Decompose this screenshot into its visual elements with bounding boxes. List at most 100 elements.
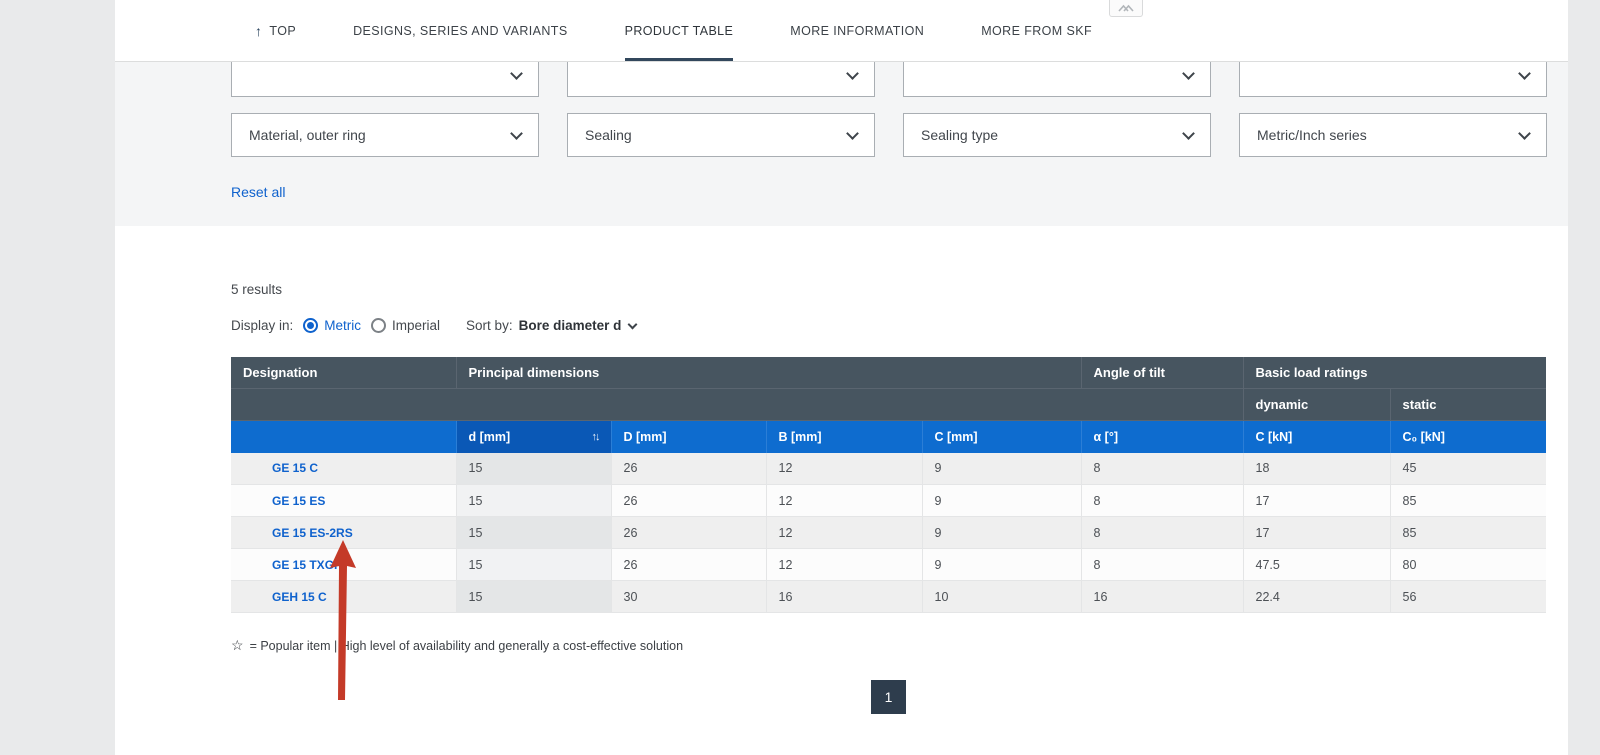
cell-designation: GEH 15 C — [231, 580, 456, 613]
subheader-static: static — [1389, 388, 1547, 421]
table-row: GE 15 ES-2RS 15 26 12 9 8 17 85 — [231, 516, 1547, 549]
cell: 15 — [455, 484, 611, 517]
table-row: GE 15 C 15 26 12 9 8 18 45 — [231, 452, 1547, 485]
column-header-B[interactable]: B [mm] — [765, 420, 922, 453]
column-header-C[interactable]: C [mm] — [921, 420, 1082, 453]
radio-metric[interactable] — [303, 318, 319, 333]
column-header-empty — [231, 420, 456, 453]
tab-more-information[interactable]: MORE INFORMATION — [790, 0, 924, 61]
filter-dropdown-metric-inch-series[interactable]: Metric/Inch series — [1239, 113, 1547, 157]
cell: 26 — [610, 548, 766, 581]
cell: 85 — [1389, 516, 1547, 549]
column-header-D[interactable]: D [mm] — [610, 420, 766, 453]
cell: 22.4 — [1242, 580, 1391, 613]
sort-by-value[interactable]: Bore diameter d — [519, 318, 622, 333]
reset-all-link[interactable]: Reset all — [231, 184, 285, 200]
table-row: GE 15 ES 15 26 12 9 8 17 85 — [231, 484, 1547, 517]
cell: 8 — [1080, 452, 1244, 485]
product-table: Designation Principal dimensions Angle o… — [231, 357, 1547, 613]
cell: 56 — [1389, 580, 1547, 613]
filter-label: Metric/Inch series — [1257, 127, 1367, 143]
cell-designation: GE 15 TXGR — [231, 548, 456, 581]
cell: 8 — [1080, 484, 1244, 517]
table-row: GEH 15 C 15 30 16 10 16 22.4 56 — [231, 580, 1547, 613]
cell: 30 — [610, 580, 766, 613]
header-principal-dimensions: Principal dimensions — [455, 357, 1082, 389]
pagination-page-1[interactable]: 1 — [871, 680, 906, 714]
footnote-text: = Popular item | High level of availabil… — [249, 638, 684, 653]
cell-designation: GE 15 ES — [231, 484, 456, 517]
column-header-C-kN[interactable]: C [kN] — [1242, 420, 1391, 453]
tab-top[interactable]: ↑ TOP — [255, 0, 296, 61]
page-container: ↑ TOP DESIGNS, SERIES AND VARIANTS PRODU… — [115, 0, 1568, 755]
cell: 16 — [765, 580, 922, 613]
chevron-down-icon — [846, 126, 859, 140]
radio-imperial-label[interactable]: Imperial — [392, 318, 440, 333]
filter-dropdown-clipped-1[interactable] — [231, 62, 539, 97]
filter-dropdown-clipped-4[interactable] — [1239, 62, 1547, 97]
designation-link[interactable]: GE 15 C — [272, 461, 318, 475]
cell: 17 — [1242, 484, 1391, 517]
filter-dropdown-clipped-3[interactable] — [903, 62, 1211, 97]
column-header-C0-kN[interactable]: C₀ [kN] — [1389, 420, 1547, 453]
cell: 26 — [610, 452, 766, 485]
filter-dropdown-sealing-type[interactable]: Sealing type — [903, 113, 1211, 157]
column-header-alpha[interactable]: α [°] — [1080, 420, 1244, 453]
display-options-row: Display in: Metric Imperial Sort by: Bor… — [231, 318, 1568, 333]
filter-label: Sealing — [585, 127, 632, 143]
header-basic-load-ratings: Basic load ratings — [1242, 357, 1547, 389]
cell: 85 — [1389, 484, 1547, 517]
cell: 10 — [921, 580, 1082, 613]
chevron-down-icon — [1518, 66, 1531, 80]
column-label: d [mm] — [468, 429, 511, 444]
cell: 26 — [610, 516, 766, 549]
designation-link[interactable]: GE 15 ES-2RS — [272, 526, 353, 540]
subheader-dynamic: dynamic — [1242, 388, 1391, 421]
filter-label: Sealing type — [921, 127, 999, 143]
cell: 15 — [455, 516, 611, 549]
display-in-label: Display in: — [231, 318, 294, 333]
header-designation: Designation — [231, 357, 456, 389]
cell: 12 — [765, 452, 922, 485]
cell: 47.5 — [1242, 548, 1391, 581]
chevron-down-icon[interactable] — [627, 319, 638, 330]
cell: 12 — [765, 548, 922, 581]
cell: 12 — [765, 484, 922, 517]
popular-item-footnote: ☆ = Popular item | High level of availab… — [231, 637, 1568, 654]
table-row: GE 15 TXGR 15 26 12 9 8 47.5 80 — [231, 548, 1547, 581]
filter-dropdown-sealing[interactable]: Sealing — [567, 113, 875, 157]
tab-label: MORE FROM SKF — [981, 23, 1092, 38]
subheader-empty — [231, 388, 1244, 421]
cell: 16 — [1080, 580, 1244, 613]
cell: 9 — [921, 452, 1082, 485]
double-chevron-icon — [1118, 4, 1134, 12]
table-group-header-row: Designation Principal dimensions Angle o… — [231, 357, 1547, 389]
tab-more-from-skf[interactable]: MORE FROM SKF — [981, 0, 1092, 61]
results-count: 5 results — [231, 282, 283, 297]
radio-metric-label[interactable]: Metric — [324, 318, 361, 333]
cell: 15 — [455, 580, 611, 613]
column-header-d[interactable]: d [mm] ↑↓ — [455, 420, 611, 453]
collapse-nav-button[interactable] — [1109, 0, 1143, 17]
tab-label: PRODUCT TABLE — [624, 23, 734, 38]
filter-dropdown-material-outer-ring[interactable]: Material, outer ring — [231, 113, 539, 157]
cell: 8 — [1080, 548, 1244, 581]
tab-designs-series-variants[interactable]: DESIGNS, SERIES AND VARIANTS — [353, 0, 568, 61]
star-icon: ☆ — [231, 637, 244, 653]
radio-imperial[interactable] — [371, 318, 387, 333]
chevron-down-icon — [846, 66, 859, 80]
designation-link[interactable]: GE 15 TXGR — [272, 558, 343, 572]
designation-link[interactable]: GE 15 ES — [272, 494, 325, 508]
section-nav: ↑ TOP DESIGNS, SERIES AND VARIANTS PRODU… — [115, 0, 1568, 62]
chevron-down-icon — [1182, 66, 1195, 80]
filter-dropdown-clipped-2[interactable] — [567, 62, 875, 97]
tab-label: DESIGNS, SERIES AND VARIANTS — [353, 23, 568, 38]
cell: 9 — [921, 484, 1082, 517]
cell-designation: GE 15 ES-2RS — [231, 516, 456, 549]
tab-product-table[interactable]: PRODUCT TABLE — [624, 0, 734, 61]
cell: 80 — [1389, 548, 1547, 581]
sort-arrows-icon[interactable]: ↑↓ — [592, 431, 601, 443]
designation-link[interactable]: GEH 15 C — [272, 590, 327, 604]
filter-label: Material, outer ring — [249, 127, 366, 143]
filter-row: Material, outer ring Sealing Sealing typ… — [231, 113, 1568, 157]
